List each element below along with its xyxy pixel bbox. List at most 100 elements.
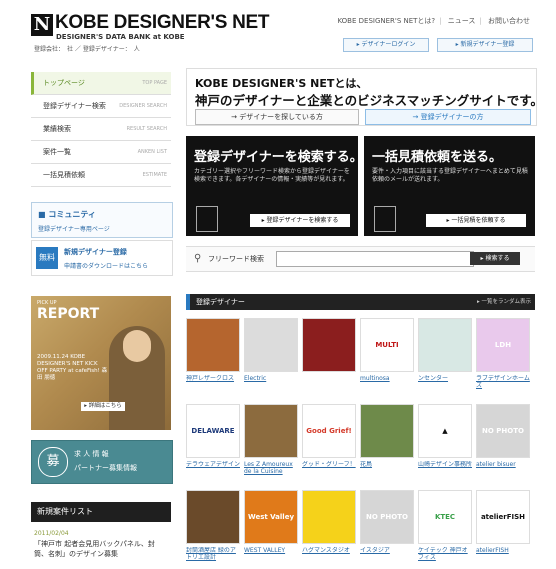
designer-name-link[interactable]: ラブデザインホームズ xyxy=(476,375,530,389)
designer-card[interactable]: Les Z Amoureux de la Cuisine xyxy=(244,404,298,475)
designer-card[interactable]: KTEC ケイテック 神戸オフィス xyxy=(418,490,472,561)
designer-name-link[interactable]: atelier bisuer xyxy=(476,461,530,475)
sidebar-item-en: ESTIMATE xyxy=(142,172,167,178)
designer-card[interactable]: ンセンター xyxy=(418,318,472,389)
designer-card[interactable]: 封筒酒屋店 緑のアトリエ設計 xyxy=(186,490,240,561)
designer-name-link[interactable] xyxy=(302,375,356,389)
designer-thumbnail[interactable]: atelierFISH xyxy=(476,490,530,544)
estimate-title: 一括見積依頼を送る。 xyxy=(372,150,503,165)
registration-stats: 登録会社： 社 ／ 登録デザイナー： 人 xyxy=(34,46,140,53)
job-info-banner[interactable]: 募 求 人 情 報 パートナー募集情報 xyxy=(31,440,173,484)
new-register-box[interactable]: 無料 新規デザイナー登録 申請書のダウンロードはこちら xyxy=(31,240,173,276)
search-button[interactable]: ▸ 検索する xyxy=(470,252,520,265)
designer-search-button[interactable]: ▸ 登録デザイナーを検索する xyxy=(250,214,350,227)
designer-thumbnail[interactable]: NO PHOTO xyxy=(360,490,414,544)
designer-card[interactable]: 花鳥 xyxy=(360,404,414,475)
random-list-link[interactable]: ▸ 一覧をランダム表示 xyxy=(477,294,531,310)
community-title-text: コミュニティ xyxy=(48,210,96,219)
designer-thumbnail[interactable]: DELAWARE xyxy=(186,404,240,458)
new-case-link[interactable]: 「神戸市 起者会見用バックパネル、封筒、名刺」のデザイン募集 xyxy=(34,539,166,559)
designer-card[interactable]: ハグマンスタジオ xyxy=(302,490,356,561)
site-subtitle: DESIGNER'S DATA BANK at KOBE xyxy=(56,33,185,41)
for-designers-button[interactable]: → 登録デザイナーの方 xyxy=(365,109,531,125)
designer-name-link[interactable]: atelierFISH xyxy=(476,547,530,561)
designer-thumbnail[interactable]: West Valley xyxy=(244,490,298,544)
thumbnail-text xyxy=(187,491,239,543)
nav-contact[interactable]: お問い合わせ xyxy=(488,17,530,25)
nav-about[interactable]: KOBE DESIGNER'S NETとは? xyxy=(337,17,435,25)
pickup-report-banner[interactable]: PICK UP REPORT 2009.11.24 KOBE DESIGNER'… xyxy=(31,296,171,430)
for-clients-button[interactable]: → デザイナーを探している方 xyxy=(195,109,359,125)
document-icon xyxy=(196,206,218,232)
designer-card[interactable]: 神戸レザークロス xyxy=(186,318,240,389)
chat-icon: ■ xyxy=(38,210,49,219)
community-link[interactable]: 登録デザイナー専用ページ xyxy=(38,224,110,233)
sidebar-item-estimate[interactable]: 一括見積依頼 ESTIMATE xyxy=(31,164,171,187)
designer-login-button[interactable]: ▸ デザイナーログイン xyxy=(343,38,429,52)
designer-thumbnail[interactable] xyxy=(186,318,240,372)
designer-name-link[interactable]: ケイテック 神戸オフィス xyxy=(418,547,472,561)
designer-thumbnail[interactable]: KTEC xyxy=(418,490,472,544)
designer-name-link[interactable]: 花鳥 xyxy=(360,461,414,475)
designer-thumbnail[interactable]: ▲ xyxy=(418,404,472,458)
designer-card[interactable]: Electric xyxy=(244,318,298,389)
designer-card[interactable]: ▲ 山崎デザイン事務所 xyxy=(418,404,472,475)
nav-divider: | xyxy=(479,17,482,25)
designer-card[interactable]: Good Grief! グッド・グリーフ！ xyxy=(302,404,356,475)
designer-card[interactable]: West Valley WEST VALLEY xyxy=(244,490,298,561)
designer-card[interactable]: MULTI multinosa xyxy=(360,318,414,389)
search-input[interactable] xyxy=(276,251,474,267)
sidebar-item-result-search[interactable]: 業績検索 RESULT SEARCH xyxy=(31,118,171,141)
free-badge: 無料 xyxy=(36,247,58,269)
designer-name-link[interactable]: Les Z Amoureux de la Cuisine xyxy=(244,461,298,475)
designer-card[interactable]: LDH ラブデザインホームズ xyxy=(476,318,530,389)
designer-thumbnail[interactable]: Good Grief! xyxy=(302,404,356,458)
logo-mark[interactable]: N xyxy=(31,14,53,36)
designer-name-link[interactable]: Electric xyxy=(244,375,298,389)
estimate-panel: 一括見積依頼を送る。 要件・入力項目に該当する登録デザイナーへまとめて見積依頼の… xyxy=(364,136,535,236)
designer-thumbnail[interactable] xyxy=(302,490,356,544)
new-case-date: 2011/02/04 xyxy=(34,530,69,537)
designer-thumbnail[interactable]: NO PHOTO xyxy=(476,404,530,458)
header-accent xyxy=(186,294,190,310)
designer-name-link[interactable]: グッド・グリーフ！ xyxy=(302,461,356,475)
designer-name-link[interactable]: イスタジア xyxy=(360,547,414,561)
designer-card[interactable]: DELAWARE デラウェアデザイン xyxy=(186,404,240,475)
site-title[interactable]: KOBE DESIGNER'S NET xyxy=(55,12,269,34)
designer-name-link[interactable]: ハグマンスタジオ xyxy=(302,547,356,561)
new-designer-register-button[interactable]: ▸ 新規デザイナー登録 xyxy=(437,38,533,52)
designer-name-link[interactable]: WEST VALLEY xyxy=(244,547,298,561)
report-more-button[interactable]: ▸ 詳細はこちら xyxy=(81,402,125,411)
designer-thumbnail[interactable]: LDH xyxy=(476,318,530,372)
estimate-button[interactable]: ▸ 一括見積を依頼する xyxy=(426,214,526,227)
community-box[interactable]: ■ コミュニティ 登録デザイナー専用ページ xyxy=(31,202,173,238)
thumbnail-text xyxy=(303,319,355,371)
new-register-title[interactable]: 新規デザイナー登録 xyxy=(64,247,127,257)
application-download-link[interactable]: 申請書のダウンロードはこちら xyxy=(64,261,148,270)
job-title: 求 人 情 報 xyxy=(74,450,109,458)
designer-name-link[interactable]: ンセンター xyxy=(418,375,472,389)
designer-name-link[interactable]: デラウェアデザイン xyxy=(186,461,240,475)
designer-thumbnail[interactable]: MULTI xyxy=(360,318,414,372)
designer-name-link[interactable]: multinosa xyxy=(360,375,414,389)
designer-thumbnail[interactable] xyxy=(418,318,472,372)
sidebar-item-anken-list[interactable]: 案件一覧 ANKEN LIST xyxy=(31,141,171,164)
thumbnail-text: KTEC xyxy=(434,513,456,521)
designer-name-link[interactable]: 封筒酒屋店 緑のアトリエ設計 xyxy=(186,547,240,561)
designer-thumbnail[interactable] xyxy=(244,404,298,458)
designer-name-link[interactable]: 山崎デザイン事務所 xyxy=(418,461,472,475)
designer-card[interactable]: NO PHOTO atelier bisuer xyxy=(476,404,530,475)
designer-name-link[interactable]: 神戸レザークロス xyxy=(186,375,240,389)
designer-thumbnail[interactable] xyxy=(302,318,356,372)
designer-thumbnail[interactable] xyxy=(244,318,298,372)
designer-thumbnail[interactable] xyxy=(360,404,414,458)
sidebar-item-designer-search[interactable]: 登録デザイナー検索 DESIGNER SEARCH xyxy=(31,95,171,118)
thumbnail-text: atelierFISH xyxy=(480,513,526,521)
designer-card[interactable]: atelierFISH atelierFISH xyxy=(476,490,530,561)
designer-thumbnail[interactable] xyxy=(186,490,240,544)
nav-news[interactable]: ニュース xyxy=(448,17,476,25)
sidebar-item-top[interactable]: トップページ TOP PAGE xyxy=(31,72,171,95)
designer-search-panel: 登録デザイナーを検索する。 カテゴリー選択やフリーワード検索から登録デザイナーを… xyxy=(186,136,363,236)
designer-card[interactable] xyxy=(302,318,356,389)
designer-card[interactable]: NO PHOTO イスタジア xyxy=(360,490,414,561)
